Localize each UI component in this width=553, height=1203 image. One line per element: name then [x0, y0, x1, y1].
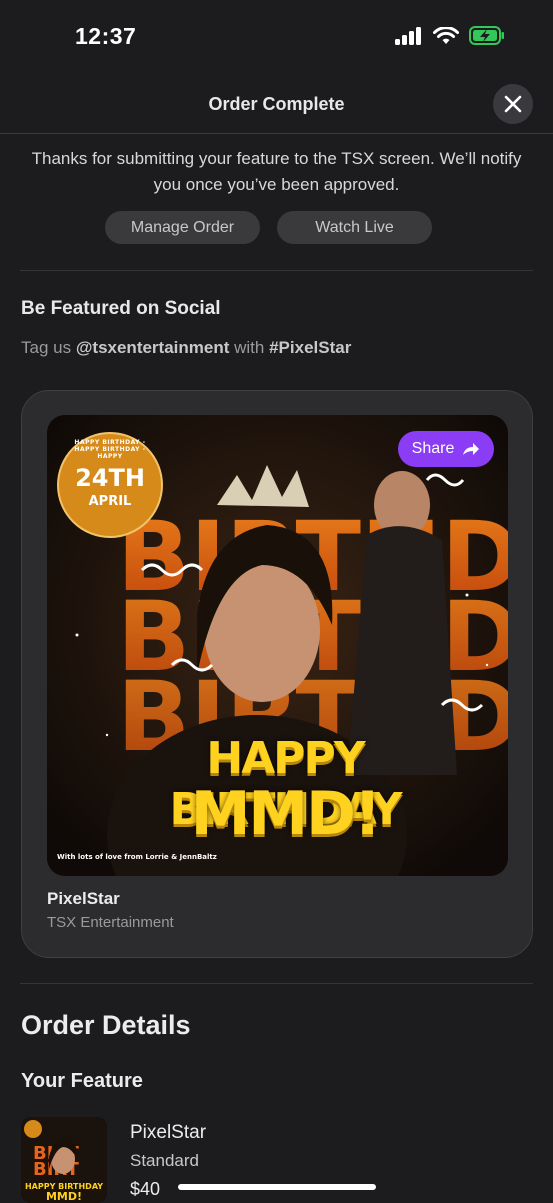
page-title: Order Complete [208, 94, 345, 114]
clock: 12:37 [75, 23, 137, 49]
confirmation-message: Thanks for submitting your feature to th… [31, 149, 522, 194]
poster-subheadline: MMD! [190, 779, 382, 849]
feature-thumbnail[interactable]: BIRT BIRT HAPPY BIRTHDAY MMD! [21, 1117, 107, 1203]
social-section-title: Be Featured on Social [21, 298, 221, 319]
close-icon [504, 95, 522, 113]
watch-live-button[interactable]: Watch Live [277, 211, 432, 244]
feature-card: BIRTHDAY BIRTHDAY BIRTHDAY HAPPY BIRTHDA… [21, 390, 533, 958]
tag-with: with [234, 338, 265, 357]
your-feature-title: Your Feature [21, 1070, 143, 1092]
battery-charging-icon [469, 26, 504, 45]
hashtag: #PixelStar [269, 338, 352, 357]
badge-ring-text: HAPPY BIRTHDAY - HAPPY BIRTHDAY - HAPPY [74, 439, 146, 460]
badge-day: 24TH [75, 464, 145, 492]
svg-text:MMD!: MMD! [46, 1190, 82, 1203]
manage-order-button[interactable]: Manage Order [105, 211, 260, 244]
feature-name: PixelStar [47, 889, 120, 908]
poster-credit: With lots of love from Lorrie & JennBalt… [57, 853, 217, 861]
divider [20, 983, 533, 984]
order-details-title: Order Details [21, 1010, 191, 1040]
share-label: Share [411, 440, 455, 457]
status-icons [395, 26, 505, 45]
item-price: $40 [130, 1179, 161, 1199]
home-indicator[interactable] [178, 1184, 376, 1190]
date-badge: HAPPY BIRTHDAY - HAPPY BIRTHDAY - HAPPY … [57, 432, 163, 538]
close-button[interactable] [493, 84, 533, 124]
thumbnail-image: BIRT BIRT HAPPY BIRTHDAY MMD! [21, 1117, 107, 1203]
nav-header: Order Complete [0, 78, 553, 134]
social-handle: @tsxentertainment [75, 338, 230, 357]
tag-prefix: Tag us [21, 338, 72, 357]
status-bar: 12:37 [0, 0, 553, 78]
feature-owner: TSX Entertainment [47, 914, 174, 931]
badge-month: APRIL [88, 494, 132, 509]
feature-poster-image[interactable]: BIRTHDAY BIRTHDAY BIRTHDAY HAPPY BIRTHDA… [47, 415, 508, 876]
cellular-signal-icon [395, 26, 421, 45]
share-button[interactable]: Share [398, 431, 494, 467]
wifi-icon [433, 26, 459, 44]
divider [20, 270, 533, 271]
item-name: PixelStar [130, 1122, 207, 1143]
item-tier: Standard [130, 1151, 199, 1170]
social-tagline: Tag us @tsxentertainment with #PixelStar [21, 338, 351, 358]
share-arrow-icon [463, 443, 480, 455]
